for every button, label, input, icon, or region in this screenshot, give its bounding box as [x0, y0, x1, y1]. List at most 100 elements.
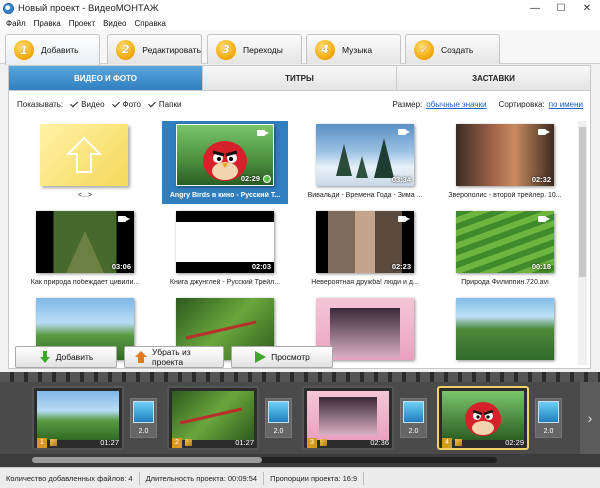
- step-transitions[interactable]: 3 Переходы: [207, 34, 302, 64]
- menu-help[interactable]: Справка: [134, 19, 165, 28]
- menu-edit[interactable]: Правка: [34, 19, 61, 28]
- timeline-scroll-right-icon[interactable]: ›: [580, 382, 600, 454]
- file-name: Вивальди - Времена Года - Зима ...: [307, 192, 423, 199]
- edit-pencil-icon[interactable]: [320, 439, 327, 446]
- play-icon: [254, 351, 267, 363]
- status-files-count: Количество добавленных файлов: 4: [0, 471, 140, 485]
- timeline-clip[interactable]: 3 02:36: [302, 386, 394, 450]
- transition-duration: 2.0: [273, 428, 284, 435]
- remove-from-project-button[interactable]: Убрать из проекта: [124, 346, 224, 368]
- video-camera-icon: [257, 129, 269, 137]
- step-create[interactable]: ✓ Создать: [405, 34, 500, 64]
- video-thumbnail: 03:34: [316, 124, 414, 186]
- step-edit[interactable]: 2 Редактировать: [107, 34, 202, 64]
- check-icon: [112, 100, 121, 109]
- tab-titles[interactable]: ТИТРЫ: [203, 66, 397, 90]
- video-thumbnail: 00:18: [456, 211, 554, 273]
- file-tile-folder-up[interactable]: <...>: [22, 121, 148, 204]
- timeline-clip[interactable]: 2 01:27: [167, 386, 259, 450]
- file-tile[interactable]: 02:32 Зверополис - второй трейлер. 10...: [442, 121, 568, 204]
- scrollbar-thumb[interactable]: [579, 127, 586, 277]
- show-label: Показывать:: [17, 99, 64, 109]
- file-browser-panel: Показывать: Видео Фото Папки Размер: обы…: [8, 91, 591, 369]
- file-tile-selected[interactable]: 02:29 Angry Birds в кино - Русский Т...: [162, 121, 288, 204]
- menu-bar: Файл Правка Проект Видео Справка: [0, 17, 600, 30]
- file-tile[interactable]: 03:34 Вивальди - Времена Года - Зима ...: [302, 121, 428, 204]
- down-arrow-icon: [39, 351, 51, 363]
- video-thumbnail: 02:29: [176, 124, 274, 186]
- status-duration: Длительность проекта: 00:09:54: [140, 471, 265, 485]
- film-perforation: [0, 372, 600, 382]
- timeline-clip[interactable]: 1 01:27: [32, 386, 124, 450]
- sort-label: Сортировка:: [498, 99, 545, 109]
- folder-up-icon: [40, 124, 128, 186]
- window-title: Новый проект - ВидеоМОНТАЖ: [18, 3, 159, 14]
- file-tile[interactable]: 00:18 Природа Филиппин.720.avi: [442, 208, 568, 291]
- file-tile[interactable]: 02:03 Книга джунглей - Русский Трейл...: [162, 208, 288, 291]
- edit-pencil-icon[interactable]: [455, 439, 462, 446]
- video-camera-icon: [538, 128, 550, 136]
- timeline-clip-selected[interactable]: 4 02:29: [437, 386, 529, 450]
- menu-project[interactable]: Проект: [69, 19, 95, 28]
- video-duration: 03:34: [391, 175, 411, 184]
- transition-duration: 2.0: [543, 428, 554, 435]
- transition-slot[interactable]: 2.0: [265, 398, 292, 438]
- step-tabs: 1 Добавить 2 Редактировать 3 Переходы 4 …: [0, 30, 600, 65]
- file-name: Как природа побеждает цивили...: [30, 279, 140, 286]
- file-tile[interactable]: [442, 295, 568, 365]
- step-number-badge: 2: [116, 39, 136, 60]
- file-grid-scrollbar[interactable]: [578, 121, 587, 365]
- video-thumbnail: 03:06: [36, 211, 134, 273]
- clip-number: 3: [307, 437, 317, 448]
- file-tile[interactable]: 02:23 Невероятная дружба! люди и д...: [302, 208, 428, 291]
- timeline-scrollbar-thumb[interactable]: [32, 457, 262, 463]
- transition-slot[interactable]: 2.0: [130, 398, 157, 438]
- file-tile[interactable]: 03:06 Как природа побеждает цивили...: [22, 208, 148, 291]
- folders-checkbox[interactable]: Папки: [148, 100, 182, 109]
- timeline-scrollbar[interactable]: [32, 457, 497, 463]
- step-number-badge: 1: [14, 40, 34, 60]
- transition-slot[interactable]: 2.0: [400, 398, 427, 438]
- app-icon: [3, 3, 14, 14]
- photo-checkbox[interactable]: Фото: [112, 100, 141, 109]
- add-button[interactable]: Добавить: [15, 346, 117, 368]
- clip-duration: 01:27: [100, 438, 119, 447]
- size-link[interactable]: обычные значки: [426, 100, 486, 109]
- status-bar: Количество добавленных файлов: 4 Длитель…: [0, 467, 600, 488]
- edit-pencil-icon[interactable]: [50, 439, 57, 446]
- step-music[interactable]: 4 Музыка: [306, 34, 401, 64]
- menu-file[interactable]: Файл: [6, 19, 26, 28]
- maximize-button[interactable]: ☐: [548, 0, 574, 17]
- step-add[interactable]: 1 Добавить: [5, 34, 100, 65]
- tab-video-photo[interactable]: ВИДЕО И ФОТО: [9, 66, 203, 90]
- file-name: Зверополис - второй трейлер. 10...: [448, 192, 562, 199]
- transition-slot[interactable]: 2.0: [535, 398, 562, 438]
- close-button[interactable]: ✕: [574, 0, 600, 17]
- video-checkbox[interactable]: Видео: [70, 100, 104, 109]
- edit-pencil-icon[interactable]: [185, 439, 192, 446]
- video-duration: 03:06: [111, 262, 131, 271]
- transition-icon: [133, 401, 154, 423]
- file-name: <...>: [77, 192, 92, 199]
- file-grid: <...> 02:29 Angry Birds в кино - Русский…: [15, 121, 573, 365]
- video-camera-icon: [398, 215, 410, 223]
- step-label: Редактировать: [142, 44, 201, 55]
- transition-icon: [268, 401, 289, 423]
- video-duration: 02:23: [391, 262, 411, 271]
- tab-intros[interactable]: ЗАСТАВКИ: [397, 66, 590, 90]
- clip-number: 1: [37, 437, 47, 448]
- step-label: Переходы: [243, 44, 283, 55]
- file-name: Книга джунглей - Русский Трейл...: [169, 279, 281, 286]
- menu-video[interactable]: Видео: [103, 19, 126, 28]
- preview-button[interactable]: Просмотр: [231, 346, 333, 368]
- minimize-button[interactable]: —: [522, 0, 548, 17]
- video-camera-icon: [398, 128, 410, 136]
- sort-link[interactable]: по имени: [549, 100, 583, 109]
- preview-button-label: Просмотр: [271, 352, 310, 362]
- transition-icon: [403, 401, 424, 423]
- video-thumbnail: 02:32: [456, 124, 554, 186]
- video-thumbnail: 02:23: [316, 211, 414, 273]
- clip-thumbnail: [37, 391, 119, 440]
- video-checkbox-label: Видео: [81, 99, 105, 109]
- content-tabs: ВИДЕО И ФОТО ТИТРЫ ЗАСТАВКИ: [8, 65, 591, 91]
